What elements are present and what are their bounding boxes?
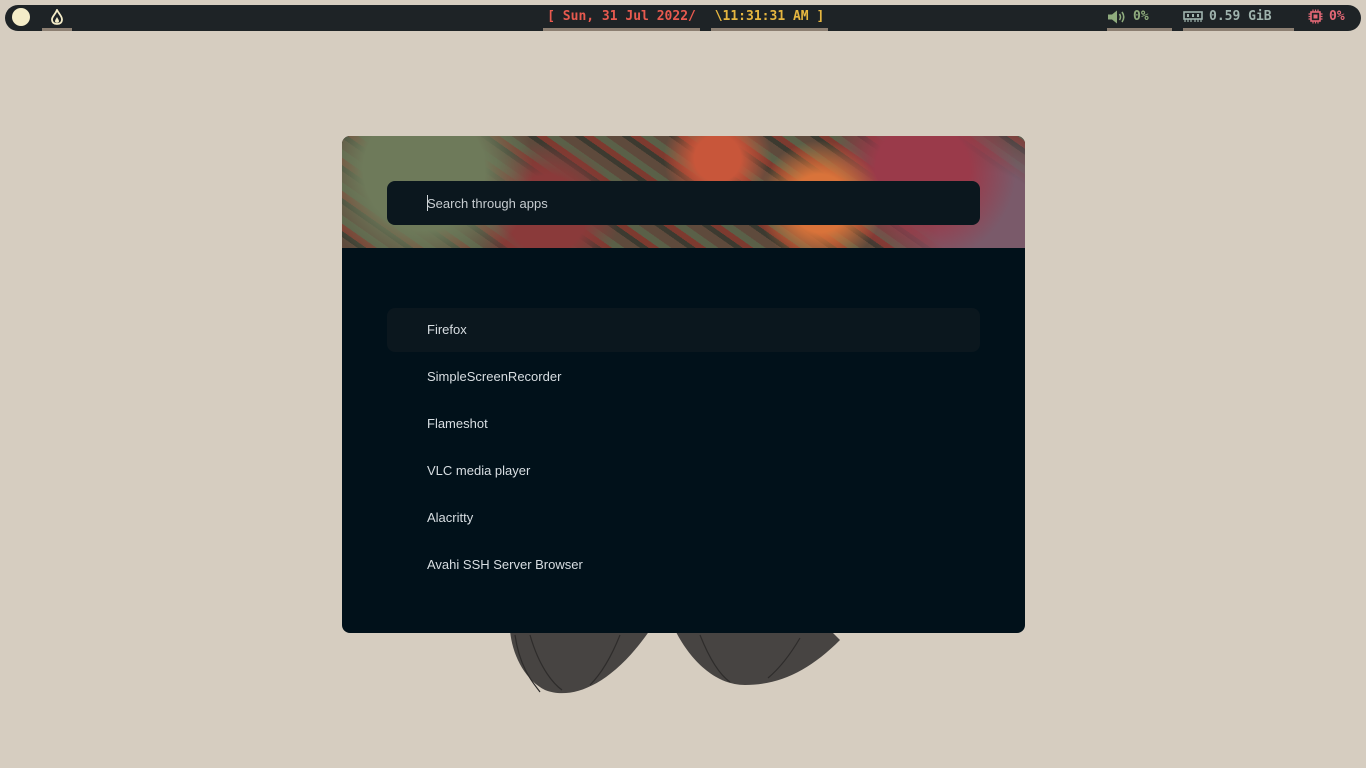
wallpaper-art xyxy=(510,630,840,694)
cpu-icon xyxy=(1308,9,1323,24)
text-caret xyxy=(427,195,428,211)
moon-icon[interactable] xyxy=(12,8,30,26)
app-item-avahi-ssh[interactable]: Avahi SSH Server Browser xyxy=(387,543,980,587)
date-text: [ Sun, 31 Jul 2022/ xyxy=(547,9,696,24)
app-item-alacritty[interactable]: Alacritty xyxy=(387,496,980,540)
cpu-module[interactable]: 0% xyxy=(1308,5,1361,31)
clock-module[interactable]: \11:31:31 AM ] xyxy=(711,5,828,31)
memory-value: 0.59 GiB xyxy=(1209,9,1272,24)
flame-icon xyxy=(51,9,63,25)
search-box[interactable] xyxy=(387,181,980,225)
module-underline xyxy=(1107,28,1172,31)
volume-module[interactable]: 0% xyxy=(1107,5,1172,31)
speaker-icon xyxy=(1108,10,1125,23)
module-underline xyxy=(711,28,828,31)
module-underline xyxy=(543,28,700,31)
launcher-button[interactable] xyxy=(42,5,72,31)
module-underline xyxy=(1183,28,1294,31)
top-bar: [ Sun, 31 Jul 2022/ \11:31:31 AM ] 0% 0.… xyxy=(5,5,1361,31)
volume-value: 0% xyxy=(1133,9,1149,24)
app-item-vlc[interactable]: VLC media player xyxy=(387,449,980,493)
app-item-firefox[interactable]: Firefox xyxy=(387,308,980,352)
app-item-flameshot[interactable]: Flameshot xyxy=(387,402,980,446)
module-underline xyxy=(42,28,72,31)
app-item-simplescreenrecorder[interactable]: SimpleScreenRecorder xyxy=(387,355,980,399)
app-list: Firefox SimpleScreenRecorder Flameshot V… xyxy=(387,308,980,590)
ram-icon xyxy=(1183,11,1203,22)
memory-module[interactable]: 0.59 GiB xyxy=(1183,5,1294,31)
search-input[interactable] xyxy=(427,181,967,225)
time-text: \11:31:31 AM ] xyxy=(714,9,825,24)
cpu-value: 0% xyxy=(1329,9,1345,24)
date-module[interactable]: [ Sun, 31 Jul 2022/ xyxy=(543,5,700,31)
app-launcher: Firefox SimpleScreenRecorder Flameshot V… xyxy=(342,136,1025,633)
